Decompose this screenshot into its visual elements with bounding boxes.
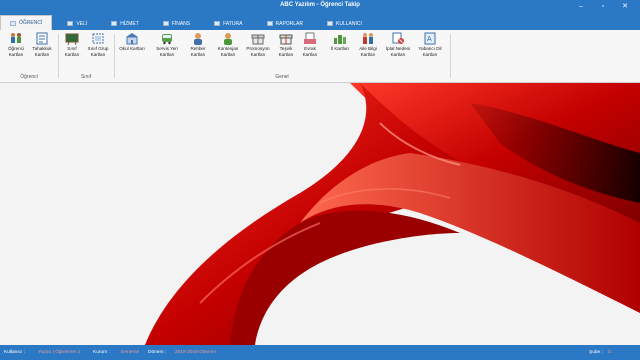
quota-person-icon — [221, 32, 235, 45]
incentive-gift-icon — [279, 32, 293, 45]
aile-bilgi-kartlari-button[interactable]: Aile Bilgi Kartları — [352, 32, 384, 57]
group-label-genel: Genel — [275, 74, 289, 80]
course-value: Deneme — [121, 350, 140, 355]
maximize-button[interactable]: ▫ — [592, 1, 614, 13]
user-label: Kullanıcı : — [4, 350, 26, 355]
course-label: Kurum : — [93, 350, 110, 355]
status-bar: Kullanıcı : Yazan | Öğretmen 2 Kurum : D… — [0, 345, 640, 360]
title-bar: ABC Yazılım - Öğrenci Takip – ▫ ✕ — [0, 0, 640, 14]
yabanci-dil-kartlari-button[interactable]: A Yabancı Dil Kartları — [414, 32, 446, 57]
group-separator — [114, 34, 115, 78]
group-label-sinif: Sınıf — [80, 74, 92, 80]
tab-fatura[interactable]: FATURA — [205, 17, 251, 30]
period-label: Dönem : — [148, 350, 167, 355]
school-building-icon — [125, 32, 139, 45]
cancel-reason-icon — [391, 32, 405, 45]
family-icon — [361, 32, 375, 45]
group-separator — [450, 34, 451, 78]
tab-hizmet[interactable]: HİZMET — [102, 17, 148, 30]
tab-icon — [266, 21, 273, 26]
accrual-document-icon — [35, 32, 49, 45]
branch-value: Ü — [608, 350, 612, 355]
kontenjan-kartlari-button[interactable]: Kontenjan Kartları — [212, 32, 244, 57]
servis-yeri-kartlari-button[interactable]: Servis Yeri Kartları — [151, 32, 183, 57]
sinif-grup-kartlari-button[interactable]: Sınıf Grup Kartları — [82, 32, 114, 57]
bus-icon — [160, 32, 174, 45]
blackboard-icon — [65, 32, 79, 46]
period-value: 2018-2019 Dönemi — [175, 350, 216, 355]
advisor-person-icon — [191, 32, 205, 45]
tab-icon — [162, 21, 169, 26]
students-icon — [9, 32, 23, 45]
user-value: Yazan | Öğretmen 2 — [38, 350, 81, 355]
document-tray-icon — [303, 32, 317, 45]
group-label-ogrenci: Öğrenci — [20, 74, 38, 80]
main-workspace-background — [0, 83, 640, 345]
tab-icon — [111, 21, 118, 26]
svg-text:A: A — [427, 36, 432, 43]
branch-label: Şube : — [589, 350, 603, 355]
close-button[interactable]: ✕ — [614, 1, 636, 13]
evrak-kartlari-button[interactable]: Evrak Kartları — [294, 32, 326, 57]
group-select-icon — [91, 32, 105, 45]
tab-ogrenci[interactable]: ÖĞRENCİ — [0, 15, 53, 30]
tab-icon — [327, 21, 334, 26]
minimize-button[interactable]: – — [570, 1, 592, 13]
tab-icon — [214, 21, 221, 26]
red-silk-wallpaper — [145, 83, 640, 345]
tab-icon — [10, 20, 16, 26]
ribbon-panel: Öğrenci Kartları Tahakkuk Kartları Öğrenci… — [0, 30, 640, 83]
rehber-kartlari-button[interactable]: Rehber Kartları — [182, 32, 214, 57]
iptal-nedeni-kartlari-button[interactable]: İptal Nedeni Kartları — [382, 32, 414, 57]
city-map-icon — [333, 32, 347, 45]
tahakkuk-kartlari-button[interactable]: Tahakkuk Kartları — [26, 32, 58, 57]
tab-icon — [67, 21, 74, 26]
language-icon: A — [423, 32, 437, 45]
gift-icon — [251, 32, 265, 45]
tab-veli[interactable]: VELİ — [58, 17, 96, 30]
okul-kartlari-button[interactable]: Okul Kartları — [116, 32, 148, 52]
tab-finans[interactable]: FİNANS — [154, 17, 199, 30]
window-title: ABC Yazılım - Öğrenci Takip — [280, 2, 360, 8]
tab-raporlar[interactable]: RAPORLAR — [258, 17, 313, 30]
tab-kullanici[interactable]: KULLANICI — [318, 17, 371, 30]
ribbon-tabs: ÖĞRENCİ VELİ HİZMET FİNANS FATURA RAPORL… — [0, 14, 640, 30]
